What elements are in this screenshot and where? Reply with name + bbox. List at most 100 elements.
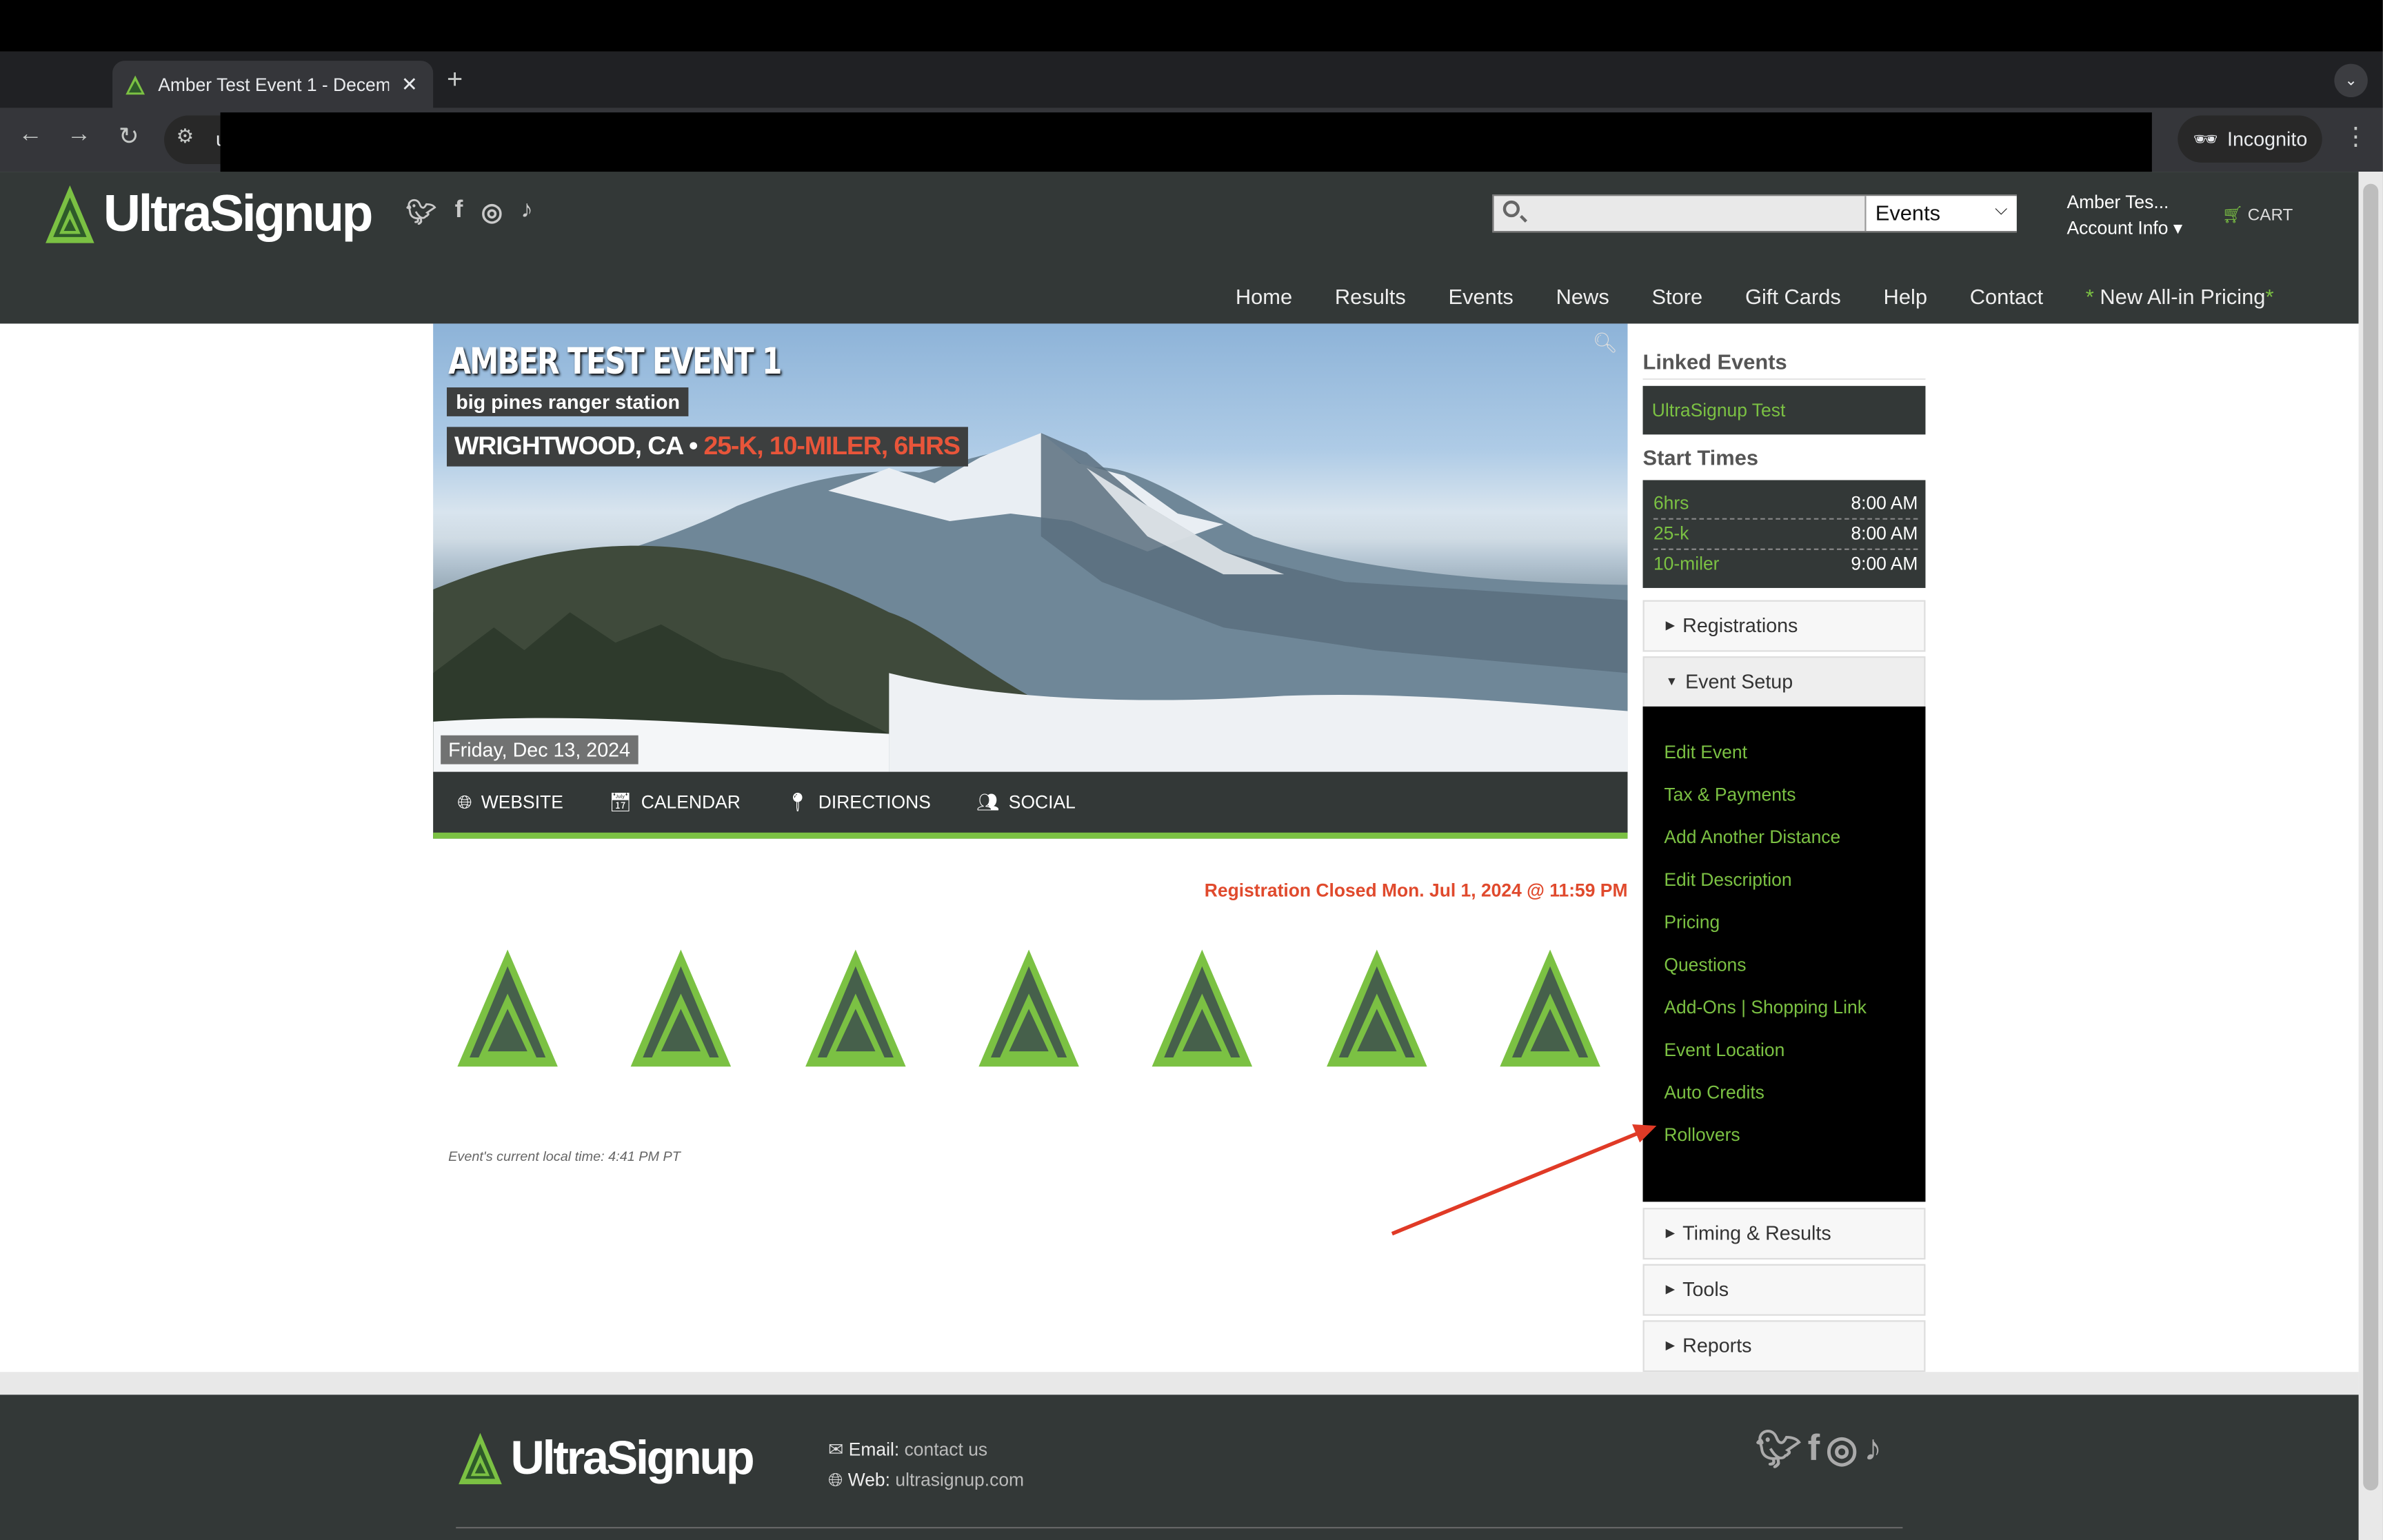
instagram-icon[interactable]: ◎ (481, 198, 503, 228)
facebook-icon[interactable]: f (1808, 1428, 1820, 1472)
nav-news[interactable]: News (1556, 284, 1609, 308)
start-time-row: 10-miler 9:00 AM (1653, 550, 1918, 580)
caret-right-icon: ▶ (1665, 1282, 1676, 1297)
nav-events[interactable]: Events (1449, 284, 1514, 308)
site-settings-icon[interactable]: ⚙ (177, 125, 194, 149)
nav-home[interactable]: Home (1236, 284, 1292, 308)
website-link[interactable]: 🌐︎ WEBSITE (457, 791, 563, 813)
edit-description-link[interactable]: Edit Description (1664, 864, 1904, 895)
footer-contact: ✉ Email: contact us 🌐︎ Web: ultrasignup.… (828, 1435, 1024, 1495)
incognito-label: Incognito (2226, 128, 2308, 151)
zoom-icon[interactable]: 🔍︎ (1593, 331, 1618, 355)
browser-tab[interactable]: Amber Test Event 1 - December 13, 2024 ✕ (112, 61, 434, 108)
nav-contact[interactable]: Contact (1970, 284, 2043, 308)
main-nav: Home Results Events News Store Gift Card… (1236, 284, 2274, 308)
footer-separator (0, 1372, 2359, 1395)
questions-link[interactable]: Questions (1664, 950, 1904, 980)
linked-event-link[interactable]: UltraSignup Test (1642, 385, 1926, 435)
account-menu[interactable]: Amber Tes... Account Info ▾ (2067, 190, 2182, 242)
nav-results[interactable]: Results (1335, 284, 1406, 308)
linked-events-heading: Linked Events (1642, 349, 1926, 380)
auto-credits-link[interactable]: Auto Credits (1664, 1077, 1904, 1108)
start-time-row: 6hrs 8:00 AM (1653, 489, 1918, 520)
footer-logo[interactable]: UltraSignup (456, 1428, 755, 1489)
event-date: Friday, Dec 13, 2024 (441, 735, 639, 764)
cart-link[interactable]: 🛒︎ CART (2222, 205, 2293, 225)
site-search: Events ⌵ (1492, 194, 2017, 233)
calendar-label: CALENDAR (641, 791, 741, 813)
directions-link[interactable]: 📍︎ DIRECTIONS (786, 791, 931, 813)
start-time-distance[interactable]: 6hrs (1653, 489, 1689, 518)
incognito-icon: 🕶 (2193, 127, 2218, 150)
start-time-distance[interactable]: 25-k (1653, 520, 1689, 549)
back-icon[interactable]: ← (18, 121, 42, 149)
nav-new-pricing[interactable]: * New All-in Pricing* (2086, 284, 2274, 308)
add-distance-link[interactable]: Add Another Distance (1664, 822, 1904, 852)
tree-icon (978, 949, 1079, 1067)
browser-menu-icon[interactable]: ⋮ (2344, 121, 2368, 152)
new-tab-icon[interactable]: + (447, 64, 463, 96)
tiktok-icon[interactable]: ♪ (1864, 1428, 1882, 1472)
incognito-badge[interactable]: 🕶 Incognito (2178, 115, 2322, 163)
tools-label: Tools (1682, 1277, 1729, 1301)
page-scrollbar[interactable] (2358, 172, 2383, 1540)
tax-payments-link[interactable]: Tax & Payments (1664, 780, 1904, 810)
tab-search-chevron-icon[interactable]: ⌄ (2334, 63, 2368, 98)
twitter-icon[interactable]: 🐦︎ (1756, 1428, 1802, 1472)
browser-tab-title: Amber Test Event 1 - December 13, 2024 (158, 73, 389, 95)
start-time-value: 8:00 AM (1851, 523, 1918, 545)
nav-gift-cards[interactable]: Gift Cards (1745, 284, 1841, 308)
nav-star-left: * (2085, 284, 2094, 309)
nav-star-right: * (2265, 284, 2274, 309)
twitter-icon[interactable]: 🐦︎ (405, 198, 436, 228)
web-link[interactable]: ultrasignup.com (895, 1469, 1024, 1490)
tiktok-icon[interactable]: ♪ (521, 198, 533, 228)
caret-right-icon: ▶ (1665, 1338, 1676, 1352)
social-link[interactable]: 👥︎ SOCIAL (976, 791, 1076, 813)
edit-event-link[interactable]: Edit Event (1664, 737, 1904, 767)
screen-top-band (0, 0, 2383, 52)
email-link[interactable]: contact us (905, 1439, 988, 1460)
add-ons-shopping-link[interactable]: Add-Ons | Shopping Link (1664, 992, 1904, 1022)
pricing-link[interactable]: Pricing (1664, 907, 1904, 938)
rollovers-link[interactable]: Rollovers (1664, 1119, 1904, 1150)
tree-logo-icon (459, 1432, 502, 1485)
facebook-icon[interactable]: f (455, 198, 463, 228)
event-location: WRIGHTWOOD, CA (454, 431, 683, 460)
nav-new-pricing-label: New All-in Pricing (2100, 284, 2266, 309)
search-input[interactable] (1530, 199, 1835, 228)
close-tab-icon[interactable]: ✕ (401, 72, 418, 97)
start-time-value: 9:00 AM (1851, 553, 1918, 575)
event-setup-panel: Edit Event Tax & Payments Add Another Di… (1642, 706, 1926, 1202)
scrollbar-thumb[interactable] (2363, 183, 2379, 1491)
timing-results-accordion[interactable]: ▶ Timing & Results (1642, 1208, 1926, 1260)
registrations-label: Registrations (1682, 614, 1798, 637)
instagram-icon[interactable]: ◎ (1826, 1428, 1858, 1472)
social-label: SOCIAL (1008, 791, 1076, 813)
header-social-links: 🐦︎ f ◎ ♪ (405, 198, 532, 228)
footer-logo-wordmark: UltraSignup (510, 1431, 755, 1485)
search-scope-select[interactable]: Events ⌵ (1864, 196, 2017, 232)
calendar-link[interactable]: 📅︎ CALENDAR (609, 791, 741, 813)
site-logo[interactable]: UltraSignup (43, 182, 373, 246)
footer-divider (456, 1527, 1903, 1529)
reports-accordion[interactable]: ▶ Reports (1642, 1320, 1926, 1372)
redacted-url-block (220, 112, 2152, 174)
event-location-link[interactable]: Event Location (1664, 1035, 1904, 1065)
distance-tree-icons (454, 945, 1603, 1073)
forward-icon[interactable]: → (67, 121, 91, 149)
event-setup-accordion[interactable]: ▼ Event Setup (1642, 656, 1926, 709)
nav-help[interactable]: Help (1884, 284, 1927, 308)
cart-label: CART (2247, 206, 2293, 225)
account-info-label: Account Info (2067, 217, 2169, 239)
registrations-accordion[interactable]: ▶ Registrations (1642, 600, 1926, 652)
nav-store[interactable]: Store (1651, 284, 1702, 308)
caret-down-icon: ▾ (2173, 217, 2183, 239)
search-icon (1502, 200, 1520, 218)
event-distances: 25-K, 10-MILER, 6HRS (703, 431, 961, 460)
account-name: Amber Tes... (2067, 191, 2169, 213)
tools-accordion[interactable]: ▶ Tools (1642, 1264, 1926, 1316)
start-time-distance[interactable]: 10-miler (1653, 550, 1720, 580)
envelope-icon: ✉ (828, 1439, 844, 1461)
reload-icon[interactable]: ↻ (119, 121, 139, 152)
